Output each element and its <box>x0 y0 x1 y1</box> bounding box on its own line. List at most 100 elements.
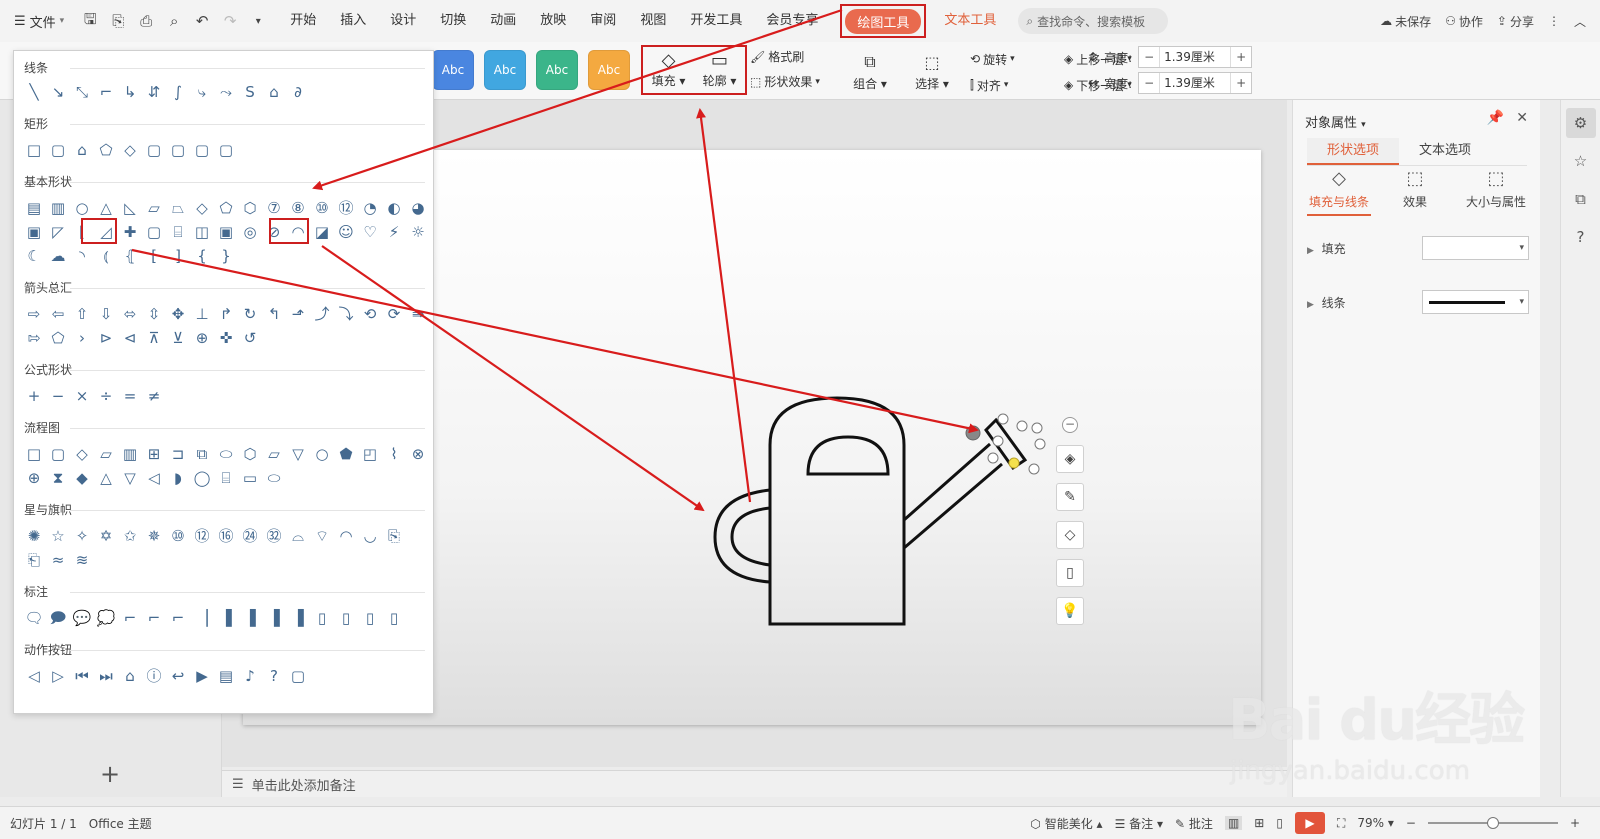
round-single-corner-shape[interactable]: ▢ <box>166 139 190 161</box>
wave-shape[interactable]: ≈ <box>46 549 70 571</box>
action-document-shape[interactable]: ▤ <box>214 665 238 687</box>
left-brace-shape[interactable]: { <box>190 245 214 267</box>
bent-up-arrow-shape[interactable]: ⬏ <box>286 303 310 325</box>
star-24-shape[interactable]: ㉔ <box>238 525 262 547</box>
ribbon-up-shape[interactable]: ⌓ <box>286 525 310 547</box>
action-information-shape[interactable]: ⓘ <box>142 665 166 687</box>
bevel-shape[interactable]: ▣ <box>214 221 238 243</box>
double-arrow-line-shape[interactable]: ⤡ <box>70 81 94 103</box>
elbow-arrow-shape[interactable]: ↳ <box>118 81 142 103</box>
action-home-shape[interactable]: ⌂ <box>118 665 142 687</box>
terminator-shape[interactable]: ⬭ <box>214 443 238 465</box>
curve-shape[interactable]: S <box>238 81 262 103</box>
minus-shape[interactable]: − <box>46 385 70 407</box>
right-arrow-shape[interactable]: ⇨ <box>22 303 46 325</box>
star-4-shape[interactable]: ✧ <box>70 525 94 547</box>
hexagon-shape[interactable]: ⬡ <box>238 197 262 219</box>
or-shape[interactable]: ⊕ <box>22 467 46 489</box>
star-7-shape[interactable]: ✩ <box>118 525 142 547</box>
border-callout-4-shape[interactable]: ▯ <box>382 607 406 629</box>
line-callout-4-shape[interactable]: ▕ <box>190 607 214 629</box>
lightning-bolt-shape[interactable]: ⚡ <box>382 221 406 243</box>
curved-up-arrow-shape[interactable]: ⟲ <box>358 303 382 325</box>
rectangular-callout-shape[interactable]: 🗨 <box>22 607 46 629</box>
frame-shape[interactable]: ▣ <box>22 221 46 243</box>
punched-tape-shape[interactable]: ⌇ <box>382 443 406 465</box>
round-same-side-shape[interactable]: ▢ <box>190 139 214 161</box>
sort-shape[interactable]: ◆ <box>70 467 94 489</box>
action-beginning-shape[interactable]: ⏮ <box>70 665 94 687</box>
accent-callout-1-shape[interactable]: ▐ <box>214 607 238 629</box>
quad-arrow-callout-shape[interactable]: ✜ <box>214 327 238 349</box>
card-shape[interactable]: ◰ <box>358 443 382 465</box>
folded-corner-shape[interactable]: ◪ <box>310 221 334 243</box>
oval-shape[interactable]: ○ <box>70 197 94 219</box>
pen-icon[interactable]: ✎ <box>1056 483 1084 511</box>
teardrop-shape[interactable]: ◕ <box>406 197 430 219</box>
star-32-shape[interactable]: ㉜ <box>262 525 286 547</box>
pentagon-shape[interactable]: ⬠ <box>214 197 238 219</box>
triangle-shape[interactable]: △ <box>94 197 118 219</box>
up-arrow-shape[interactable]: ⇧ <box>70 303 94 325</box>
elbow-double-arrow-shape[interactable]: ⇵ <box>142 81 166 103</box>
delay-shape[interactable]: ◗ <box>166 467 190 489</box>
offpage-connector-shape[interactable]: ⬟ <box>334 443 358 465</box>
left-right-up-arrow-shape[interactable]: ⊥ <box>190 303 214 325</box>
plus-shape[interactable]: + <box>22 385 46 407</box>
curved-connector-shape[interactable]: ∫ <box>166 81 190 103</box>
accent-callout-3-shape[interactable]: ▐ <box>262 607 286 629</box>
down-arrow-shape[interactable]: ⇩ <box>94 303 118 325</box>
pie-shape[interactable]: ◔ <box>358 197 382 219</box>
dodecagon-shape[interactable]: ⑫ <box>334 197 358 219</box>
double-brace-shape[interactable]: ⦃ <box>118 245 142 267</box>
scribble-shape[interactable]: ∂ <box>286 81 310 103</box>
action-help-shape[interactable]: ? <box>262 665 286 687</box>
not-equal-shape[interactable]: ≠ <box>142 385 166 407</box>
snip-same-side-shape[interactable]: ⬠ <box>94 139 118 161</box>
elbow-connector-shape[interactable]: ⌐ <box>94 81 118 103</box>
line-callout-3-shape[interactable]: ⌐ <box>166 607 190 629</box>
vertical-text-box-shape[interactable]: ▥ <box>46 197 70 219</box>
outline-icon[interactable]: ▯ <box>1056 559 1084 587</box>
curved-ribbon-up-shape[interactable]: ◠ <box>334 525 358 547</box>
magnetic-disk-shape[interactable]: ⌸ <box>214 467 238 489</box>
action-back-shape[interactable]: ◁ <box>22 665 46 687</box>
heptagon-shape[interactable]: ⑦ <box>262 197 286 219</box>
curved-left-arrow-shape[interactable]: ⤵ <box>334 303 358 325</box>
action-end-shape[interactable]: ⏭ <box>94 665 118 687</box>
star-10-shape[interactable]: ⑩ <box>166 525 190 547</box>
moon-shape[interactable]: ☾ <box>22 245 46 267</box>
left-arrow-callout-shape[interactable]: ⊲ <box>118 327 142 349</box>
action-sound-shape[interactable]: ♪ <box>238 665 262 687</box>
star-8-shape[interactable]: ✵ <box>142 525 166 547</box>
star-12-shape[interactable]: ⑫ <box>190 525 214 547</box>
border-callout-3-shape[interactable]: ▯ <box>358 607 382 629</box>
paint-bucket-icon[interactable]: ◇ <box>1056 521 1084 549</box>
summing-junction-shape[interactable]: ⊗ <box>406 443 430 465</box>
extract-shape[interactable]: △ <box>94 467 118 489</box>
action-movie-shape[interactable]: ▶ <box>190 665 214 687</box>
striped-right-arrow-shape[interactable]: ⇛ <box>406 303 430 325</box>
plaque-shape[interactable]: ▢ <box>142 221 166 243</box>
rectangle-shape[interactable]: □ <box>22 139 46 161</box>
up-arrow-callout-shape[interactable]: ⊼ <box>142 327 166 349</box>
data-shape[interactable]: ▱ <box>94 443 118 465</box>
notched-right-arrow-shape[interactable]: ⇰ <box>22 327 46 349</box>
accent-callout-4-shape[interactable]: ▐ <box>286 607 310 629</box>
action-blank-shape[interactable]: ▢ <box>286 665 310 687</box>
action-return-shape[interactable]: ↩ <box>166 665 190 687</box>
snip-single-corner-shape[interactable]: ⌂ <box>70 139 94 161</box>
cube-shape[interactable]: ◫ <box>190 221 214 243</box>
process-shape[interactable]: □ <box>22 443 46 465</box>
snip-diagonal-shape[interactable]: ◇ <box>118 139 142 161</box>
freeform-shape[interactable]: ⌂ <box>262 81 286 103</box>
chevron-shape[interactable]: › <box>70 327 94 349</box>
predefined-process-shape[interactable]: ▥ <box>118 443 142 465</box>
double-bracket-shape[interactable]: ⦅ <box>94 245 118 267</box>
right-brace-shape[interactable]: } <box>214 245 238 267</box>
collapse-handle-icon[interactable]: − <box>1062 417 1078 433</box>
accent-callout-2-shape[interactable]: ▐ <box>238 607 262 629</box>
curved-right-arrow-shape[interactable]: ⤴ <box>310 303 334 325</box>
round-diagonal-shape[interactable]: ▢ <box>214 139 238 161</box>
direct-access-shape[interactable]: ▭ <box>238 467 262 489</box>
